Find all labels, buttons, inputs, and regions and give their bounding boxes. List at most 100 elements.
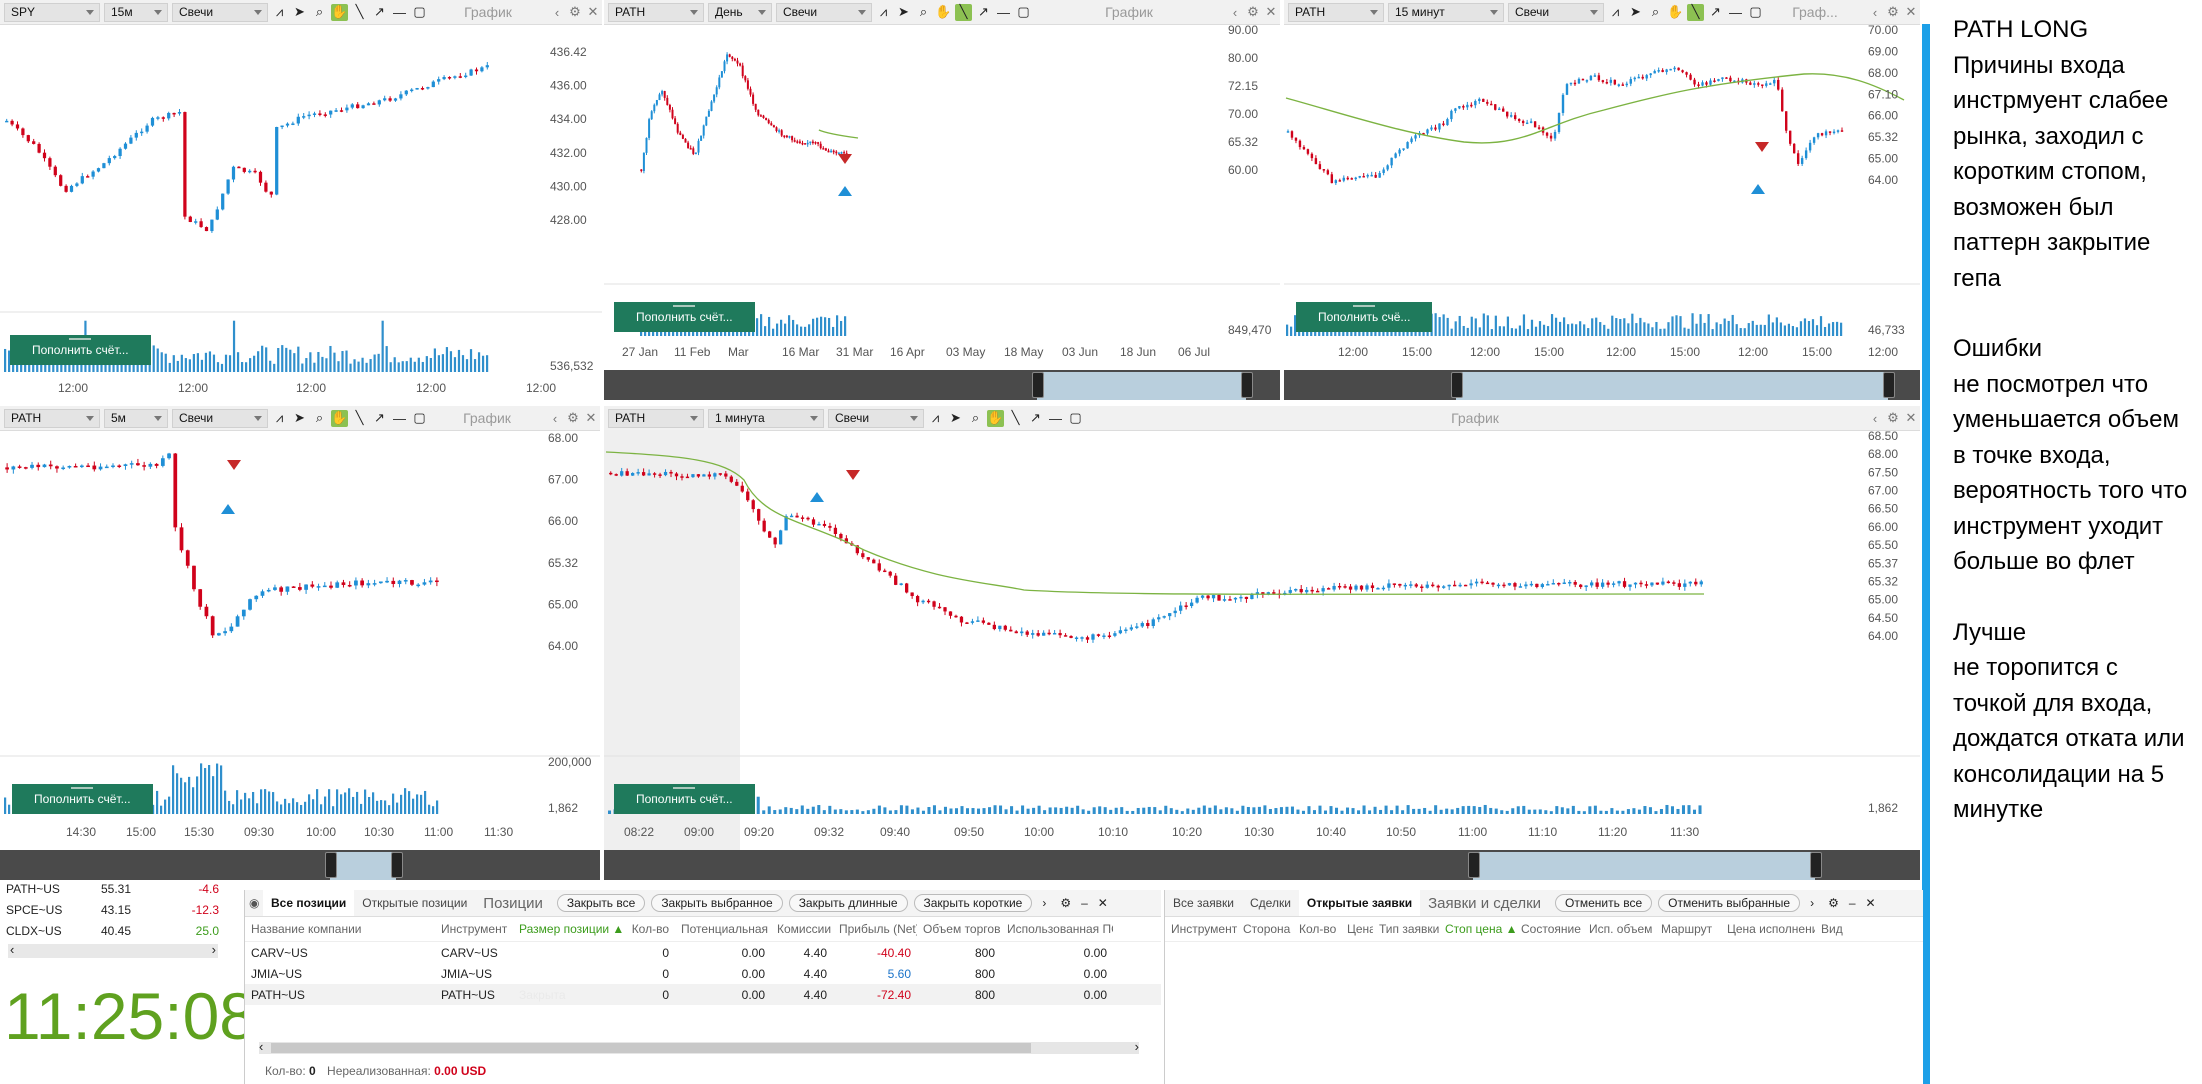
chart-navigator-scrollbar[interactable] [604, 370, 1280, 400]
rectangle-tool-icon[interactable]: ▢ [411, 4, 428, 21]
positions-row[interactable]: JMIA~US JMIA~US 0 0.00 4.40 5.60 800 0.00 [245, 963, 1161, 984]
tab-open-positions[interactable]: Открытые позиции [354, 896, 475, 910]
indicators-icon[interactable]: ⩘ [271, 4, 288, 21]
minimize-icon[interactable]: – [1081, 896, 1088, 910]
collapse-icon[interactable]: ‹ [1866, 411, 1884, 426]
gear-icon[interactable]: ⚙ [1884, 4, 1902, 20]
navigator-handle[interactable] [1883, 372, 1896, 398]
rectangle-tool-icon[interactable]: ▢ [1067, 410, 1084, 427]
orders-column-header[interactable]: Цена [1341, 922, 1373, 936]
rectangle-tool-icon[interactable]: ▢ [411, 410, 428, 427]
horizontal-line-icon[interactable]: — [391, 4, 408, 21]
indicators-icon[interactable]: ⩘ [271, 410, 288, 427]
chart-navigator-scrollbar[interactable] [604, 850, 1920, 880]
orders-column-header[interactable]: Цена исполнения [1721, 922, 1815, 936]
symbol-select[interactable]: SPY [4, 2, 100, 22]
timeframe-select[interactable]: День [708, 2, 772, 22]
chart-style-select[interactable]: Свечи [1508, 2, 1604, 22]
chart-style-select[interactable]: Свечи [172, 2, 268, 22]
close-icon[interactable]: ✕ [1262, 4, 1280, 20]
orders-column-header[interactable]: Состояние [1515, 922, 1583, 936]
indicators-icon[interactable]: ⩘ [1607, 4, 1624, 21]
hand-icon[interactable]: ✋ [987, 409, 1004, 427]
gear-icon[interactable]: ⚙ [1244, 4, 1262, 20]
tab-trades[interactable]: Сделки [1242, 896, 1299, 910]
navigator-handle[interactable] [1241, 372, 1254, 398]
price-chart[interactable]: 90.00 80.00 72.15 70.00 65.32 60.00 849,470 27 … [604, 24, 1280, 404]
horizontal-line-icon[interactable]: — [1727, 4, 1744, 21]
tab-all-positions[interactable]: Все позиции [263, 890, 355, 916]
scroll-left-icon[interactable]: ‹ [259, 1039, 263, 1054]
close-icon[interactable]: ✕ [1098, 896, 1108, 910]
navigator-handle[interactable] [1809, 852, 1822, 878]
hand-icon[interactable]: ✋ [331, 409, 348, 427]
positions-column-header[interactable]: Объем торгов [917, 922, 1001, 936]
close-icon[interactable]: ✕ [1866, 896, 1876, 910]
positions-row[interactable]: PATH~US PATH~US Закрыта 0 0.00 4.40 -72.40 800 0… [245, 984, 1161, 1005]
positions-row[interactable]: CARV~US CARV~US 0 0.00 4.40 -40.40 800 0.00 [245, 942, 1161, 963]
navigator-range[interactable] [1455, 372, 1889, 400]
close-icon[interactable]: ✕ [584, 4, 602, 20]
orders-column-header[interactable]: Исп. объем [1583, 922, 1655, 936]
zoom-icon[interactable]: ⌕ [915, 4, 932, 21]
navigator-handle[interactable] [1450, 372, 1463, 398]
gear-icon[interactable]: ⚙ [566, 4, 584, 20]
chart-navigator-scrollbar[interactable] [1284, 370, 1920, 400]
positions-column-header[interactable]: Размер позиции ▲ [513, 922, 625, 936]
orders-column-header[interactable]: Маршрут [1655, 922, 1721, 936]
collapse-icon[interactable]: ‹ [546, 411, 564, 426]
collapse-icon[interactable]: ‹ [548, 5, 566, 20]
navigator-handle[interactable] [1467, 852, 1480, 878]
top-up-account-button[interactable]: Пополнить счёт... [10, 335, 151, 365]
panel-menu-icon[interactable]: ◉ [249, 896, 263, 910]
cursor-icon[interactable]: ➤ [895, 4, 912, 21]
tab-open-orders[interactable]: Открытые заявки [1298, 890, 1421, 916]
positions-scrollbar[interactable]: ‹ › [259, 1039, 1139, 1054]
arrow-tool-icon[interactable]: ↗ [371, 410, 388, 427]
cursor-icon[interactable]: ➤ [291, 4, 308, 21]
positions-column-header[interactable]: Кол-во [625, 922, 675, 936]
gear-icon[interactable]: ⚙ [1060, 896, 1071, 910]
close-selected-button[interactable]: Закрыть выбранное [651, 894, 783, 912]
positions-column-header[interactable]: Комиссии [771, 922, 833, 936]
hand-icon[interactable]: ✋ [1667, 4, 1684, 21]
chart-navigator-scrollbar[interactable] [0, 850, 600, 880]
zoom-icon[interactable]: ⌕ [311, 410, 328, 427]
gear-icon[interactable]: ⚙ [1884, 410, 1902, 426]
close-icon[interactable]: ✕ [1902, 410, 1920, 426]
chart-style-select[interactable]: Свечи [776, 2, 872, 22]
symbol-select[interactable]: PATH [608, 408, 704, 428]
zoom-icon[interactable]: ⌕ [311, 4, 328, 21]
close-all-button[interactable]: Закрыть все [556, 894, 646, 912]
symbol-select[interactable]: PATH [1288, 2, 1384, 22]
cursor-icon[interactable]: ➤ [947, 410, 964, 427]
watchlist-row[interactable]: CLDX~US 40.45 25.0 [0, 920, 240, 941]
line-tool-icon[interactable]: ╲ [1007, 410, 1024, 427]
positions-column-header[interactable]: Потенциальная [675, 922, 771, 936]
price-chart[interactable]: 68.50 68.00 67.50 67.00 66.50 66.00 65.50 65.37… [604, 430, 1920, 852]
close-long-button[interactable]: Закрыть длинные [788, 894, 908, 912]
hand-icon[interactable]: ✋ [331, 3, 348, 21]
horizontal-line-icon[interactable]: — [995, 4, 1012, 21]
symbol-select[interactable]: PATH [608, 2, 704, 22]
cursor-icon[interactable]: ➤ [291, 410, 308, 427]
chart-style-select[interactable]: Свечи [828, 408, 924, 428]
rectangle-tool-icon[interactable]: ▢ [1747, 4, 1764, 21]
timeframe-select[interactable]: 15м [104, 2, 168, 22]
orders-column-header[interactable]: Тип заявки [1373, 922, 1439, 936]
navigator-handle[interactable] [1031, 372, 1044, 398]
price-chart[interactable]: 70.00 69.00 68.00 67.10 66.00 65.32 65.00 64.00… [1284, 24, 1920, 404]
scroll-right-icon[interactable]: › [212, 942, 216, 957]
positions-column-header[interactable]: Использованная ПС [1001, 922, 1113, 936]
arrow-tool-icon[interactable]: ↗ [371, 4, 388, 21]
positions-column-header[interactable]: Название компании [245, 922, 435, 936]
line-tool-icon[interactable]: ╲ [351, 4, 368, 21]
positions-column-header[interactable]: Прибыль (Net) [833, 922, 917, 936]
orders-column-header[interactable]: Стоп цена ▲ [1439, 922, 1515, 936]
tab-all-orders[interactable]: Все заявки [1165, 896, 1242, 910]
minimize-icon[interactable]: – [1849, 896, 1856, 910]
top-up-account-button[interactable]: Пополнить счёт... [12, 784, 153, 814]
positions-column-header[interactable]: Инструмент [435, 922, 513, 936]
hand-icon[interactable]: ✋ [935, 4, 952, 21]
cancel-all-button[interactable]: Отменить все [1555, 894, 1653, 912]
